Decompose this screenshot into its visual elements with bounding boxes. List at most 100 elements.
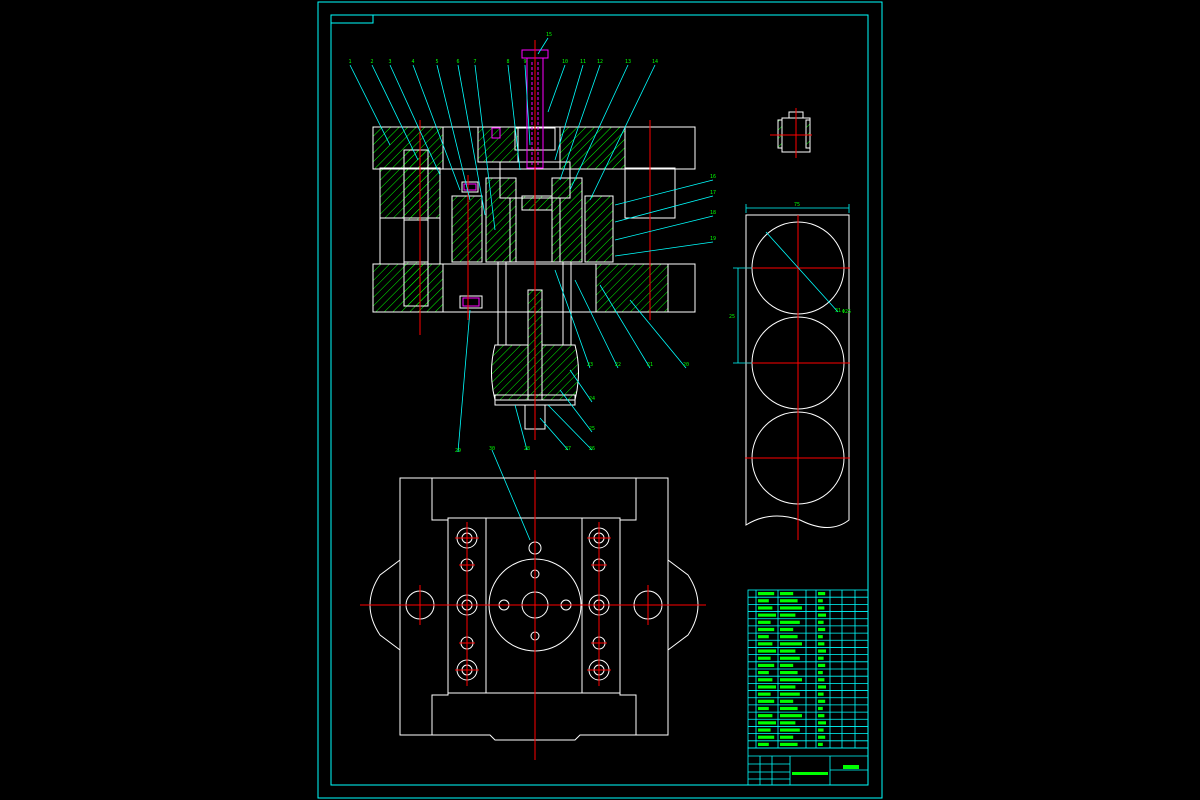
parts-list-cell-text	[818, 671, 823, 675]
parts-list-cell-text	[818, 728, 824, 732]
part-number-11: 11	[580, 59, 586, 65]
parts-list-cell-text	[780, 635, 798, 639]
parts-list-cell-text	[818, 692, 824, 696]
parts-list-cell-text	[758, 642, 773, 646]
part-number-25: 25	[589, 426, 595, 432]
part-number-29: 29	[455, 448, 461, 454]
dimension-label: 75	[794, 202, 800, 208]
parts-list-cell-text	[758, 592, 775, 596]
parts-list-cell-text	[818, 635, 823, 639]
parts-list-cell-text	[758, 714, 773, 718]
parts-list-cell-text	[758, 699, 775, 703]
part-number-26: 26	[589, 446, 595, 452]
parts-list-cell-text	[818, 613, 826, 617]
parts-list-cell-text	[818, 656, 824, 660]
part-number-19: 19	[710, 236, 716, 242]
top-view-bolt-holes	[456, 527, 610, 681]
parts-list-cell-text	[818, 678, 825, 682]
parts-list-cell-text	[758, 735, 775, 739]
parts-list-cell-text	[818, 599, 823, 603]
parts-list-cell-text	[780, 642, 802, 646]
section-view	[349, 37, 714, 541]
parts-list-cell-text	[758, 692, 771, 696]
part-number-24: 24	[589, 396, 595, 402]
parts-list-cell-text	[758, 678, 773, 682]
parts-list-cell-text	[818, 699, 826, 703]
title-block	[747, 747, 869, 786]
parts-list-cell-text	[818, 620, 824, 624]
part-number-9: 9	[523, 59, 526, 65]
parts-list-cell-text	[758, 620, 771, 624]
part-number-20: 20	[683, 362, 689, 368]
parts-list-cell-text	[780, 599, 798, 603]
parts-list-cell-text	[780, 649, 796, 653]
part-number-14: 14	[652, 59, 658, 65]
parts-list-cell-text	[818, 663, 826, 667]
part-number-28: 28	[524, 446, 530, 452]
parts-list-cell-text	[780, 592, 794, 596]
parts-list-cell-text	[780, 663, 794, 667]
dimension-label: Φ25	[842, 309, 851, 315]
parts-list-cell-text	[758, 599, 769, 603]
parts-list-cell-text	[758, 606, 773, 610]
parts-list-cell-text	[818, 685, 826, 689]
parts-list-cell-text	[818, 627, 826, 632]
parts-list-cell-text	[758, 635, 769, 639]
part-number-1: 1	[348, 59, 351, 65]
parts-list-cell-text	[758, 721, 776, 725]
parts-list-cell-text	[780, 606, 802, 610]
parts-list-cell-text	[780, 692, 800, 696]
part-number-7: 7	[473, 59, 476, 65]
parts-list-cell-text	[758, 742, 769, 746]
parts-list-cell-text	[758, 649, 776, 653]
part-number-31: 31	[835, 308, 841, 314]
dimension-label: 25	[729, 314, 735, 320]
parts-list-cell-text	[818, 642, 825, 646]
parts-list-cell-text	[780, 620, 800, 624]
parts-list-cell-text	[818, 649, 826, 653]
parts-list-cell-text	[818, 735, 826, 739]
part-number-16: 16	[710, 174, 716, 180]
part-number-15: 15	[546, 32, 552, 38]
part-number-3: 3	[388, 59, 391, 65]
part-number-18: 18	[710, 210, 716, 216]
part-number-4: 4	[411, 59, 414, 65]
parts-list-cell-text	[780, 613, 796, 617]
parts-list-cell-text	[780, 685, 796, 689]
parts-list-cell-text	[758, 663, 775, 667]
parts-list-cell-text	[818, 606, 825, 610]
parts-list-cell-text	[780, 678, 802, 682]
parts-list-table	[747, 589, 869, 749]
parts-list-cell-text	[780, 627, 794, 632]
parts-list-cell-text	[758, 613, 776, 617]
parts-list-cell-text	[758, 627, 775, 632]
parts-list-cell-text	[758, 656, 771, 660]
parts-list-cell-text	[780, 699, 794, 703]
part-number-30: 30	[489, 446, 495, 452]
parts-list-cell-text	[780, 714, 802, 718]
parts-list-cell-text	[780, 671, 798, 675]
parts-list-cell-text	[780, 735, 794, 739]
part-number-22: 22	[615, 362, 621, 368]
parts-list-cell-text	[780, 728, 800, 732]
part-number-21: 21	[647, 362, 653, 368]
part-number-6: 6	[456, 59, 459, 65]
workpiece-detail-view	[770, 108, 812, 158]
part-number-23: 23	[587, 362, 593, 368]
part-number-5: 5	[435, 59, 438, 65]
part-number-2: 2	[370, 59, 373, 65]
parts-list-cell-text	[758, 728, 771, 732]
part-number-27: 27	[565, 446, 571, 452]
top-view	[360, 470, 706, 760]
parts-list-cell-text	[758, 671, 769, 675]
part-number-13: 13	[625, 59, 631, 65]
strip-layout-view	[733, 204, 850, 540]
parts-list-cell-text	[818, 721, 826, 725]
parts-list-cell-text	[780, 721, 796, 725]
part-number-17: 17	[710, 190, 716, 196]
parts-list-cell-text	[758, 706, 769, 711]
parts-list-cell-text	[780, 706, 798, 711]
parts-list-cell-text	[818, 742, 823, 746]
part-number-10: 10	[562, 59, 568, 65]
parts-list-cell-text	[780, 742, 798, 746]
